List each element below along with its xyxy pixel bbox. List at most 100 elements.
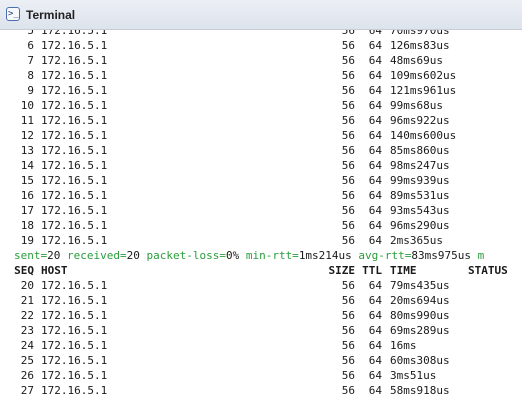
cell-size: 56: [341, 30, 355, 37]
table-row: 15 172.16.5.1 56 64 99ms939us: [0, 173, 522, 188]
cell-seq: 9: [27, 84, 34, 97]
cell-time: 96ms922us: [390, 114, 450, 127]
cell-size: 56: [341, 309, 355, 322]
cell-seq: 20: [20, 279, 34, 292]
terminal-icon: >_: [6, 7, 20, 21]
cell-size: 56: [341, 159, 355, 172]
cell-seq: 13: [20, 144, 34, 157]
cell-ttl: 64: [368, 39, 382, 52]
cell-ttl: 64: [368, 309, 382, 322]
table-row: 11 172.16.5.1 56 64 96ms922us: [0, 113, 522, 128]
cell-host: 172.16.5.1: [41, 159, 108, 172]
cell-size: 56: [341, 69, 355, 82]
cell-host: 172.16.5.1: [41, 309, 108, 322]
cell-size: 56: [341, 339, 355, 352]
cell-seq: 19: [20, 234, 34, 247]
cell-host: 172.16.5.1: [41, 279, 108, 292]
cell-time: 126ms83us: [390, 39, 450, 52]
table-row: 21 172.16.5.1 56 64 20ms694us: [0, 293, 522, 308]
table-row: 14 172.16.5.1 56 64 98ms247us: [0, 158, 522, 173]
cell-size: 56: [341, 129, 355, 142]
cell-host: 172.16.5.1: [41, 99, 108, 112]
cell-time: 80ms990us: [390, 309, 450, 322]
stat-value: 0%: [225, 249, 240, 262]
cell-time: 58ms918us: [390, 384, 450, 397]
cell-time: 121ms961us: [390, 84, 457, 97]
cell-host: 172.16.5.1: [41, 294, 108, 307]
cell-time: 93ms543us: [390, 204, 450, 217]
cell-time: 85ms860us: [390, 144, 450, 157]
cell-host: 172.16.5.1: [41, 144, 108, 157]
cell-ttl: 64: [368, 204, 382, 217]
cell-seq: 7: [27, 54, 34, 67]
cell-host: 172.16.5.1: [41, 189, 108, 202]
cell-ttl: 64: [368, 159, 382, 172]
table-row: 18 172.16.5.1 56 64 96ms290us: [0, 218, 522, 233]
table-row: 16 172.16.5.1 56 64 89ms531us: [0, 188, 522, 203]
cell-size: 56: [341, 369, 355, 382]
table-row: 6 172.16.5.1 56 64 126ms83us: [0, 38, 522, 53]
cell-size: 56: [341, 54, 355, 67]
cell-size: 56: [341, 219, 355, 232]
ping-statistics-line: sent=20 received=20 packet-loss=0% min-r…: [14, 248, 522, 263]
cell-seq: 14: [20, 159, 34, 172]
cell-time: 48ms69us: [390, 54, 443, 67]
cell-time: 60ms308us: [390, 354, 450, 367]
cell-time: 69ms289us: [390, 324, 450, 337]
window-titlebar[interactable]: >_ Terminal: [0, 0, 522, 30]
cell-seq: 26: [20, 369, 34, 382]
cell-time: 98ms247us: [390, 159, 450, 172]
cell-seq: 8: [27, 69, 34, 82]
stat-key: min-rtt=: [239, 249, 299, 262]
cell-host: 172.16.5.1: [41, 84, 108, 97]
terminal-output[interactable]: 5 172.16.5.1 56 64 70ms970us 6 172.16.5.1 56 64 1…: [0, 30, 522, 409]
cell-seq: 10: [20, 99, 34, 112]
cell-seq: 11: [20, 114, 34, 127]
cell-host: 172.16.5.1: [41, 114, 108, 127]
table-row: 5 172.16.5.1 56 64 70ms970us: [0, 30, 522, 38]
cell-time: 3ms51us: [390, 369, 437, 382]
table-row: 27 172.16.5.1 56 64 58ms918us: [0, 383, 522, 398]
cell-time: 70ms970us: [390, 30, 450, 37]
table-row: 9 172.16.5.1 56 64 121ms961us: [0, 83, 522, 98]
cell-seq: 21: [20, 294, 34, 307]
cell-ttl: 64: [368, 174, 382, 187]
cell-ttl: 64: [368, 99, 382, 112]
cell-seq: 16: [20, 189, 34, 202]
cell-time: 16ms: [390, 339, 417, 352]
header-time: TIME: [390, 264, 417, 277]
cell-seq: 12: [20, 129, 34, 142]
cell-host: 172.16.5.1: [41, 69, 108, 82]
cell-ttl: 64: [368, 54, 382, 67]
cell-ttl: 64: [368, 69, 382, 82]
cell-host: 172.16.5.1: [41, 339, 108, 352]
cell-size: 56: [341, 324, 355, 337]
cell-size: 56: [341, 279, 355, 292]
cell-ttl: 64: [368, 294, 382, 307]
table-row: 23 172.16.5.1 56 64 69ms289us: [0, 323, 522, 338]
cell-size: 56: [341, 384, 355, 397]
cell-ttl: 64: [368, 369, 382, 382]
cell-ttl: 64: [368, 324, 382, 337]
cell-seq: 22: [20, 309, 34, 322]
cell-ttl: 64: [368, 84, 382, 97]
cell-seq: 24: [20, 339, 34, 352]
cell-seq: 6: [27, 39, 34, 52]
cell-host: 172.16.5.1: [41, 54, 108, 67]
cell-ttl: 64: [368, 144, 382, 157]
cell-size: 56: [341, 84, 355, 97]
cell-seq: 27: [20, 384, 34, 397]
cell-host: 172.16.5.1: [41, 219, 108, 232]
header-ttl: TTL: [362, 264, 382, 277]
cell-host: 172.16.5.1: [41, 324, 108, 337]
cell-host: 172.16.5.1: [41, 39, 108, 52]
table-row: 20 172.16.5.1 56 64 79ms435us: [0, 278, 522, 293]
stat-key: packet-loss=: [139, 249, 226, 262]
cell-time: 2ms365us: [390, 234, 443, 247]
cell-ttl: 64: [368, 189, 382, 202]
cell-host: 172.16.5.1: [41, 174, 108, 187]
header-status: STATUS: [468, 264, 508, 277]
cell-size: 56: [341, 294, 355, 307]
table-row: 25 172.16.5.1 56 64 60ms308us: [0, 353, 522, 368]
cell-ttl: 64: [368, 234, 382, 247]
